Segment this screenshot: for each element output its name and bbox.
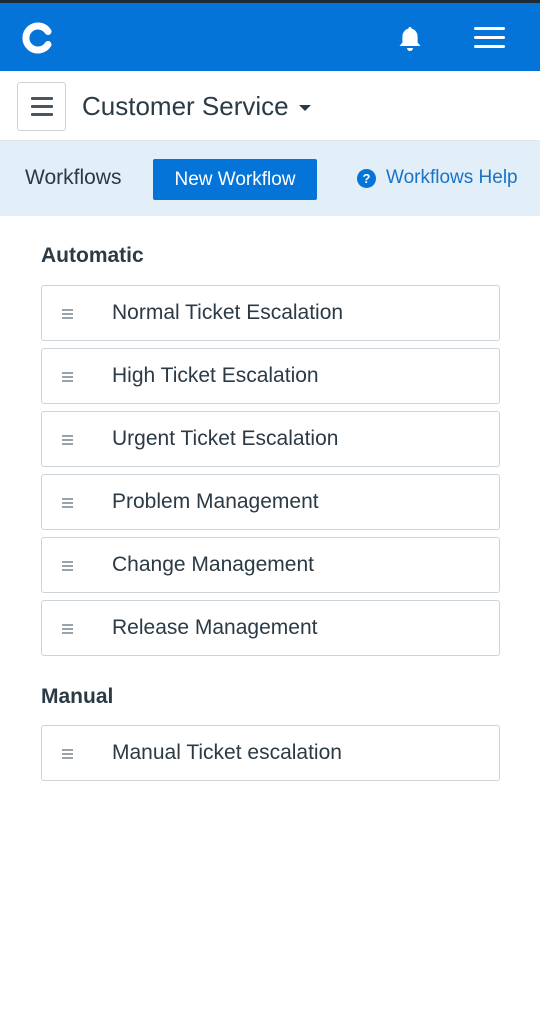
workflow-label: Manual Ticket escalation xyxy=(112,741,342,764)
workflow-label: Change Management xyxy=(112,553,314,576)
workflow-item[interactable]: Problem Management xyxy=(41,474,500,530)
workflow-item[interactable]: Manual Ticket escalation xyxy=(41,725,500,781)
workflow-item[interactable]: Normal Ticket Escalation xyxy=(41,285,500,341)
app-bar xyxy=(0,3,540,71)
question-circle-icon: ? xyxy=(357,168,376,188)
drag-handle-icon[interactable] xyxy=(62,309,74,319)
sidebar-toggle-button[interactable] xyxy=(17,82,66,131)
workflow-label: High Ticket Escalation xyxy=(112,364,319,387)
workflow-item[interactable]: Urgent Ticket Escalation xyxy=(41,411,500,467)
caret-down-icon xyxy=(298,104,311,111)
workflow-label: Urgent Ticket Escalation xyxy=(112,427,339,450)
workflow-item[interactable]: Change Management xyxy=(41,537,500,593)
hamburger-icon[interactable] xyxy=(470,23,510,53)
workflow-label: Release Management xyxy=(112,616,318,639)
c-logo-icon[interactable] xyxy=(22,22,54,54)
workflows-toolbar: Workflows New Workflow ? Workflows Help xyxy=(0,141,540,216)
drag-handle-icon[interactable] xyxy=(62,749,74,759)
workflow-item[interactable]: Release Management xyxy=(41,600,500,656)
service-dropdown[interactable]: Customer Service xyxy=(82,89,311,123)
bell-icon[interactable] xyxy=(397,25,423,53)
drag-handle-icon[interactable] xyxy=(62,435,74,445)
drag-handle-icon[interactable] xyxy=(62,561,74,571)
page-title: Workflows xyxy=(25,166,122,189)
drag-handle-icon[interactable] xyxy=(62,372,74,382)
section-title-automatic: Automatic xyxy=(41,244,144,267)
drag-handle-icon[interactable] xyxy=(62,624,74,634)
new-workflow-button[interactable]: New Workflow xyxy=(153,159,317,200)
service-header: Customer Service xyxy=(0,71,540,141)
drag-handle-icon[interactable] xyxy=(62,498,74,508)
workflow-label: Problem Management xyxy=(112,490,319,513)
help-link-label: Workflows Help xyxy=(386,167,518,188)
service-name: Customer Service xyxy=(82,90,289,121)
workflow-item[interactable]: High Ticket Escalation xyxy=(41,348,500,404)
section-title-manual: Manual xyxy=(41,685,114,708)
workflows-help-link[interactable]: ? Workflows Help xyxy=(357,167,518,189)
workflow-label: Normal Ticket Escalation xyxy=(112,301,344,324)
